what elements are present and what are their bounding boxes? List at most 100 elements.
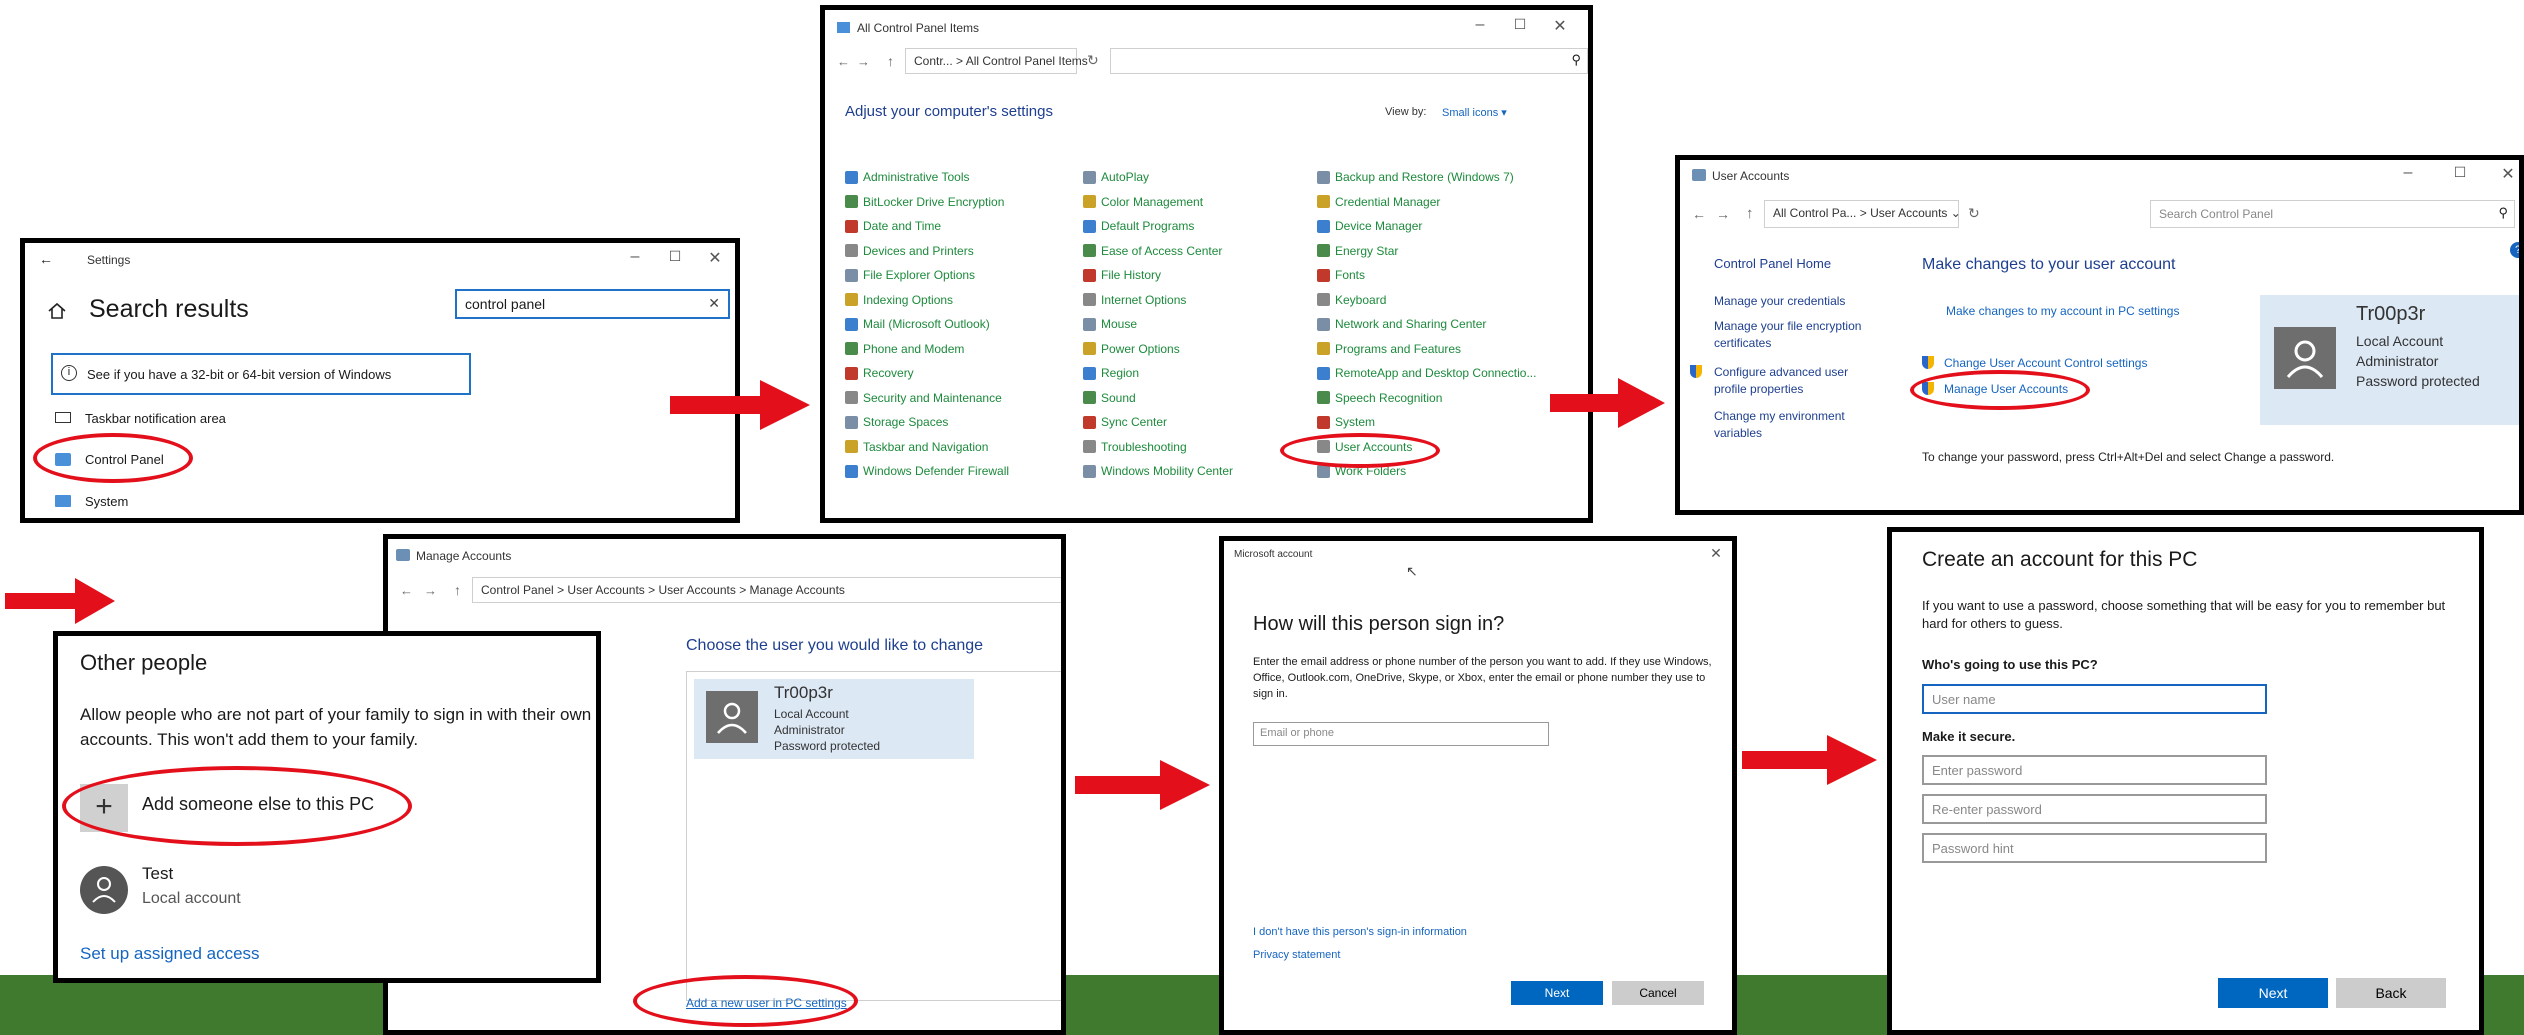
refresh-icon[interactable]: ↻ (1087, 52, 1099, 69)
chevron-down-icon[interactable]: ⌄ (1951, 206, 1961, 220)
control-panel-item[interactable]: Fonts (1317, 268, 1365, 282)
control-panel-item[interactable]: Phone and Modem (845, 342, 964, 356)
control-panel-item[interactable]: Taskbar and Navigation (845, 440, 988, 454)
control-panel-item[interactable]: Troubleshooting (1083, 440, 1187, 454)
breadcrumb-item[interactable]: User Accounts (1870, 206, 1947, 220)
close-icon[interactable]: ✕ (705, 248, 725, 268)
breadcrumb-item[interactable]: All Control Pa... (1773, 206, 1856, 220)
nav-back-icon[interactable]: ← (837, 54, 850, 69)
control-panel-item[interactable]: Speech Recognition (1317, 391, 1442, 405)
reenter-password-field[interactable]: Re-enter password (1922, 794, 2267, 824)
link-change-uac[interactable]: Change User Account Control settings (1944, 356, 2147, 370)
nav-up-icon[interactable]: ↑ (887, 53, 894, 69)
control-panel-item[interactable]: Devices and Printers (845, 244, 974, 258)
breadcrumb-item[interactable]: User Accounts (567, 583, 644, 597)
control-panel-item[interactable]: System (1317, 415, 1375, 429)
breadcrumb-item[interactable]: Contr... (914, 54, 953, 68)
username-field[interactable]: User name (1922, 684, 2267, 714)
control-panel-item[interactable]: RemoteApp and Desktop Connectio... (1317, 366, 1536, 380)
password-field[interactable]: Enter password (1922, 755, 2267, 785)
control-panel-item[interactable]: Region (1083, 366, 1139, 380)
control-panel-item[interactable]: Windows Defender Firewall (845, 464, 1009, 478)
help-icon[interactable]: ? (2510, 242, 2519, 258)
sidebar-link-profile[interactable]: Configure advanced user profile properti… (1714, 364, 1879, 398)
email-field[interactable]: Email or phone (1253, 722, 1549, 746)
next-button[interactable]: Next (2218, 978, 2328, 1008)
control-panel-item[interactable]: Security and Maintenance (845, 391, 1002, 405)
control-panel-item[interactable]: Backup and Restore (Windows 7) (1317, 170, 1514, 184)
control-panel-item[interactable]: BitLocker Drive Encryption (845, 195, 1004, 209)
password-hint-field[interactable]: Password hint (1922, 833, 2267, 863)
control-panel-item[interactable]: Device Manager (1317, 219, 1422, 233)
control-panel-item[interactable]: Mouse (1083, 317, 1137, 331)
sidebar-link-home[interactable]: Control Panel Home (1714, 256, 1831, 271)
cancel-button[interactable]: Cancel (1612, 981, 1704, 1005)
control-panel-item[interactable]: Network and Sharing Center (1317, 317, 1486, 331)
address-bar[interactable]: Control Panel > User Accounts > User Acc… (472, 577, 1061, 603)
maximize-icon[interactable]: ☐ (2450, 164, 2470, 181)
minimize-icon[interactable]: – (2398, 164, 2418, 182)
close-icon[interactable]: ✕ (2498, 164, 2518, 184)
control-panel-item[interactable]: Sound (1083, 391, 1136, 405)
maximize-icon[interactable]: ☐ (1510, 16, 1530, 33)
search-input[interactable]: control panel ✕ (455, 289, 730, 319)
breadcrumb-item[interactable]: Control Panel (481, 583, 554, 597)
control-panel-item[interactable]: Mail (Microsoft Outlook) (845, 317, 990, 331)
maximize-icon[interactable]: ☐ (665, 248, 685, 265)
refresh-icon[interactable]: ↻ (1968, 205, 1980, 222)
address-bar[interactable]: Contr... > All Control Panel Items (905, 48, 1088, 74)
control-panel-item[interactable]: Windows Mobility Center (1083, 464, 1233, 478)
sidebar-link-encryption[interactable]: Manage your file encryption certificates (1714, 318, 1889, 352)
search-input[interactable]: Search Control Panel ⚲ (2150, 200, 2515, 228)
nav-back-icon[interactable]: ← (1692, 206, 1706, 222)
privacy-link[interactable]: Privacy statement (1253, 949, 1340, 961)
nav-back-icon[interactable]: ← (400, 583, 413, 598)
control-panel-item[interactable]: Storage Spaces (845, 415, 948, 429)
minimize-icon[interactable]: – (1470, 16, 1490, 34)
account-card[interactable]: Tr00p3r Local Account Administrator Pass… (694, 679, 974, 759)
user-entry[interactable]: Test Local account (80, 862, 380, 918)
close-icon[interactable]: ✕ (1550, 16, 1570, 36)
control-panel-item[interactable]: Ease of Access Center (1083, 244, 1222, 258)
control-panel-item[interactable]: File Explorer Options (845, 268, 975, 282)
clear-icon[interactable]: ✕ (708, 295, 720, 312)
breadcrumb-item[interactable]: User Accounts (658, 583, 735, 597)
control-panel-item[interactable]: Programs and Features (1317, 342, 1461, 356)
control-panel-item[interactable]: Energy Star (1317, 244, 1398, 258)
result-system[interactable]: System (51, 491, 451, 515)
control-panel-item[interactable]: Color Management (1083, 195, 1203, 209)
link-pc-settings[interactable]: Make changes to my account in PC setting… (1946, 304, 2179, 318)
view-by-select[interactable]: Small icons ▾ (1442, 106, 1507, 119)
result-taskbar[interactable]: Taskbar notification area (51, 408, 451, 432)
control-panel-item[interactable]: Internet Options (1083, 293, 1186, 307)
home-icon[interactable] (47, 301, 67, 321)
back-button[interactable]: Back (2336, 978, 2446, 1008)
search-input[interactable]: ⚲ (1110, 48, 1588, 74)
assigned-access-link[interactable]: Set up assigned access (80, 944, 260, 964)
close-icon[interactable]: ✕ (1706, 545, 1726, 562)
control-panel-item[interactable]: Power Options (1083, 342, 1180, 356)
control-panel-item[interactable]: Keyboard (1317, 293, 1386, 307)
control-panel-item[interactable]: AutoPlay (1083, 170, 1149, 184)
nav-forward-icon[interactable]: → (424, 583, 437, 598)
breadcrumb-item[interactable]: Manage Accounts (750, 583, 845, 597)
no-sign-in-info-link[interactable]: I don't have this person's sign-in infor… (1253, 926, 1467, 938)
back-arrow-icon[interactable]: ← (39, 251, 53, 267)
control-panel-item[interactable]: Credential Manager (1317, 195, 1440, 209)
control-panel-item[interactable]: File History (1083, 268, 1161, 282)
control-panel-item[interactable]: Sync Center (1083, 415, 1167, 429)
nav-up-icon[interactable]: ↑ (454, 582, 461, 598)
control-panel-item[interactable]: Administrative Tools (845, 170, 970, 184)
control-panel-item[interactable]: Date and Time (845, 219, 941, 233)
control-panel-item[interactable]: Default Programs (1083, 219, 1194, 233)
result-32bit[interactable]: i See if you have a 32-bit or 64-bit ver… (51, 353, 471, 395)
control-panel-item[interactable]: Recovery (845, 366, 914, 380)
control-panel-item[interactable]: Indexing Options (845, 293, 953, 307)
nav-up-icon[interactable]: ↑ (1746, 205, 1754, 222)
sidebar-link-credentials[interactable]: Manage your credentials (1714, 294, 1845, 308)
next-button[interactable]: Next (1511, 981, 1603, 1005)
nav-forward-icon[interactable]: → (857, 54, 870, 69)
minimize-icon[interactable]: – (625, 248, 645, 266)
breadcrumb-item[interactable]: All Control Panel Items (966, 54, 1088, 68)
address-bar[interactable]: All Control Pa... > User Accounts ⌄ (1764, 200, 1961, 228)
